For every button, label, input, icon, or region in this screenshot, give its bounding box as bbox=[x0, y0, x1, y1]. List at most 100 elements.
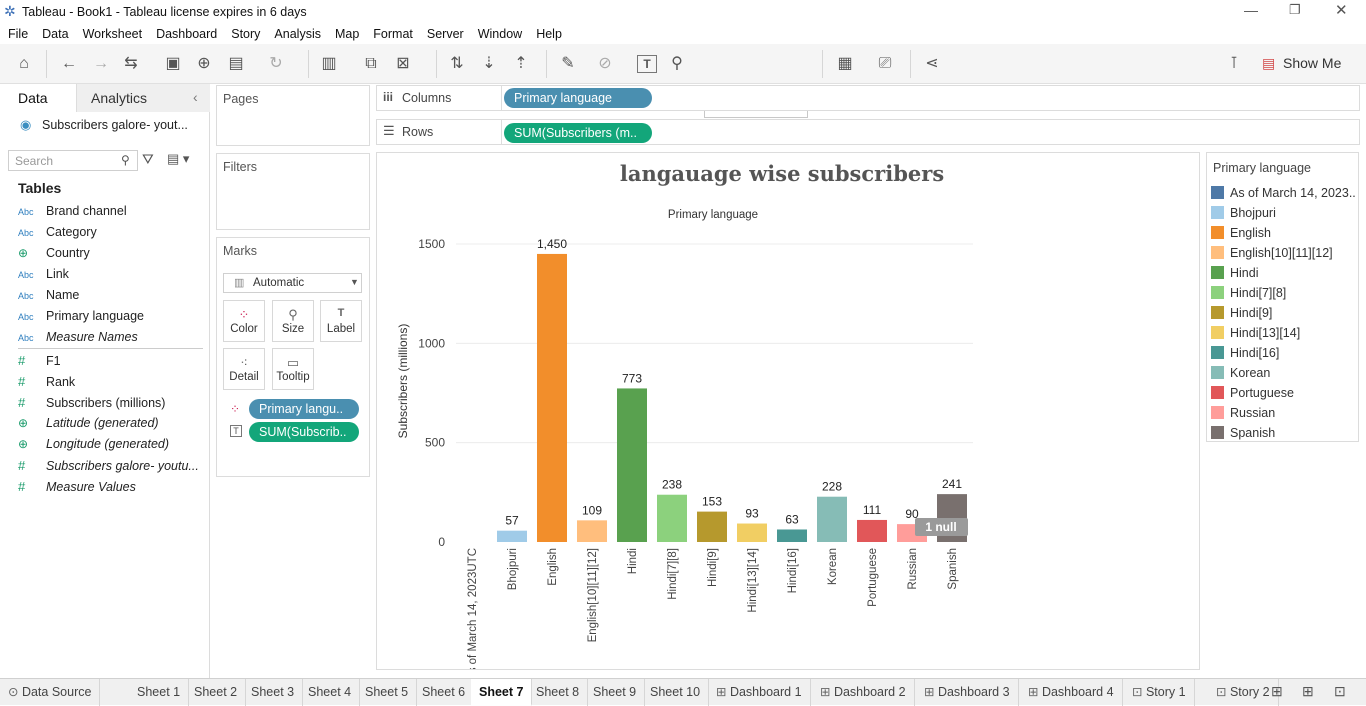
sheet-tab[interactable]: Sheet 3 bbox=[243, 679, 304, 706]
replay-icon[interactable]: ⇆ bbox=[120, 54, 142, 74]
sheet-tab[interactable]: ⊞ Dashboard 1 bbox=[708, 679, 811, 706]
sheet-tab[interactable]: ⊡ Story 1 bbox=[1124, 679, 1195, 706]
search-input[interactable]: Search ⚲ bbox=[8, 150, 138, 171]
pages-card[interactable]: Pages bbox=[216, 85, 370, 146]
minimize-icon[interactable]: — bbox=[1244, 2, 1258, 18]
menu-dashboard[interactable]: Dashboard bbox=[156, 27, 217, 41]
field-item[interactable]: Abc Primary language bbox=[18, 306, 144, 327]
filters-card[interactable]: Filters bbox=[216, 153, 370, 230]
legend-item[interactable]: English bbox=[1211, 223, 1271, 243]
sheet-tab[interactable]: ⊞ Dashboard 4 bbox=[1020, 679, 1123, 706]
menu-format[interactable]: Format bbox=[373, 27, 413, 41]
home-icon[interactable]: ⌂ bbox=[13, 54, 35, 74]
new-worksheet-icon[interactable]: ▥ bbox=[318, 54, 340, 74]
menu-story[interactable]: Story bbox=[231, 27, 260, 41]
columns-pill[interactable]: Primary language bbox=[504, 88, 652, 108]
sheet-tab[interactable]: ⊞ Dashboard 3 bbox=[916, 679, 1019, 706]
redo-icon[interactable]: → bbox=[90, 54, 112, 74]
sheet-tab[interactable]: Sheet 7 bbox=[471, 679, 533, 706]
mark-type-select[interactable]: ▥ Automatic ▼ bbox=[223, 273, 362, 293]
datasource-name[interactable]: Subscribers galore- yout... bbox=[42, 118, 188, 132]
field-item[interactable]: # Measure Values bbox=[18, 476, 136, 497]
legend-item[interactable]: Hindi[13][14] bbox=[1211, 323, 1300, 343]
field-item[interactable]: Abc Link bbox=[18, 264, 69, 285]
sheet-tab[interactable]: ⊙ Data Source bbox=[0, 679, 101, 706]
menu-server[interactable]: Server bbox=[427, 27, 464, 41]
show-me-button[interactable]: Show Me bbox=[1283, 55, 1341, 71]
legend-item[interactable]: As of March 14, 2023.. bbox=[1211, 183, 1356, 203]
menu-help[interactable]: Help bbox=[536, 27, 562, 41]
pause-updates-icon[interactable]: ▤ bbox=[225, 54, 247, 74]
new-story-tab-icon[interactable]: ⊡ bbox=[1334, 683, 1346, 700]
field-item[interactable]: ⊕ Country bbox=[18, 243, 90, 264]
legend-item[interactable]: Hindi[9] bbox=[1211, 303, 1272, 323]
legend-item[interactable]: Korean bbox=[1211, 363, 1270, 383]
tab-data[interactable]: Data bbox=[0, 84, 76, 112]
menu-map[interactable]: Map bbox=[335, 27, 359, 41]
sheet-tab[interactable]: Sheet 6 bbox=[414, 679, 475, 706]
sheet-tab[interactable]: Sheet 5 bbox=[357, 679, 418, 706]
highlight-icon[interactable]: ✎ bbox=[557, 54, 579, 74]
cards-icon[interactable]: ▦ bbox=[834, 54, 856, 74]
presentation-icon[interactable]: ⎚ bbox=[874, 54, 896, 74]
clear-sheet-icon[interactable]: ⊠ bbox=[392, 54, 414, 74]
legend-item[interactable]: Russian bbox=[1211, 403, 1275, 423]
new-worksheet-tab-icon[interactable]: ⊞ bbox=[1271, 683, 1283, 700]
field-item[interactable]: # Subscribers galore- youtu... bbox=[18, 455, 199, 476]
rows-pill[interactable]: SUM(Subscribers (m.. bbox=[504, 123, 652, 143]
field-item[interactable]: ⊕ Latitude (generated) bbox=[18, 413, 159, 434]
tab-analytics[interactable]: Analytics bbox=[76, 84, 210, 112]
detail-button[interactable]: ⁖ Detail bbox=[223, 348, 265, 390]
legend-item[interactable]: Portuguese bbox=[1211, 383, 1294, 403]
restore-icon[interactable]: ❐ bbox=[1289, 2, 1301, 18]
swap-icon[interactable]: ⇅ bbox=[446, 54, 468, 74]
sheet-tab[interactable]: Sheet 2 bbox=[186, 679, 247, 706]
new-datasource-icon[interactable]: ⊕ bbox=[193, 54, 215, 74]
size-button[interactable]: ⚲ Size bbox=[272, 300, 314, 342]
legend-item[interactable]: Bhojpuri bbox=[1211, 203, 1276, 223]
field-item[interactable]: # Subscribers (millions) bbox=[18, 392, 165, 413]
sheet-tab[interactable]: Sheet 8 bbox=[528, 679, 589, 706]
sheet-tab[interactable]: Sheet 10 bbox=[642, 679, 710, 706]
legend-item[interactable]: English[10][11][12] bbox=[1211, 243, 1333, 263]
rows-shelf[interactable]: ☰ Rows SUM(Subscribers (m.. bbox=[376, 119, 1360, 145]
label-button[interactable]: T Label bbox=[320, 300, 362, 342]
sheet-tab[interactable]: Sheet 1 bbox=[129, 679, 190, 706]
menu-worksheet[interactable]: Worksheet bbox=[83, 27, 143, 41]
legend-item[interactable]: Hindi bbox=[1211, 263, 1259, 283]
color-button[interactable]: ⁘ Color bbox=[223, 300, 265, 342]
tooltip-button[interactable]: ▭ Tooltip bbox=[272, 348, 314, 390]
sheet-tab[interactable]: ⊞ Dashboard 2 bbox=[812, 679, 915, 706]
field-item[interactable]: Abc Measure Names bbox=[18, 327, 138, 348]
sheet-tab[interactable]: Sheet 4 bbox=[300, 679, 361, 706]
refresh-icon[interactable]: ↻ bbox=[265, 54, 287, 74]
undo-icon[interactable]: ← bbox=[58, 54, 80, 74]
share-icon[interactable]: ⋖ bbox=[921, 54, 943, 74]
field-item[interactable]: ⊕ Longitude (generated) bbox=[18, 434, 169, 455]
menu-window[interactable]: Window bbox=[478, 27, 522, 41]
format-painter-icon[interactable]: ⊺ bbox=[1223, 54, 1245, 74]
label-pill[interactable]: SUM(Subscrib.. bbox=[249, 422, 359, 442]
show-labels-icon[interactable]: T bbox=[637, 55, 657, 73]
sheet-tab[interactable]: ⊡ Story 2 bbox=[1208, 679, 1279, 706]
close-icon[interactable]: ✕ bbox=[1335, 1, 1348, 19]
legend-item[interactable]: Hindi[16] bbox=[1211, 343, 1279, 363]
view-options-icon[interactable]: ▤ ▾ bbox=[167, 151, 189, 167]
legend-item[interactable]: Spanish bbox=[1211, 423, 1275, 443]
new-dashboard-tab-icon[interactable]: ⊞ bbox=[1302, 683, 1314, 700]
field-item[interactable]: Abc Category bbox=[18, 222, 97, 243]
duplicate-sheet-icon[interactable]: ⧉ bbox=[360, 54, 382, 74]
menu-file[interactable]: File bbox=[8, 27, 28, 41]
field-item[interactable]: Abc Brand channel bbox=[18, 201, 127, 222]
legend-item[interactable]: Hindi[7][8] bbox=[1211, 283, 1286, 303]
sort-descending-icon[interactable]: ⇡ bbox=[510, 54, 532, 74]
save-icon[interactable]: ▣ bbox=[162, 54, 184, 74]
color-pill[interactable]: Primary langu.. bbox=[249, 399, 359, 419]
menu-analysis[interactable]: Analysis bbox=[274, 27, 321, 41]
field-item[interactable]: # F1 bbox=[18, 350, 61, 371]
pin-icon[interactable]: ⚲ bbox=[666, 54, 688, 74]
sheet-tab[interactable]: Sheet 9 bbox=[585, 679, 646, 706]
collapse-pane-icon[interactable]: ‹ bbox=[193, 89, 198, 105]
filter-icon[interactable]: ⛛ bbox=[142, 151, 154, 168]
group-icon[interactable]: ⊘ bbox=[594, 54, 616, 74]
